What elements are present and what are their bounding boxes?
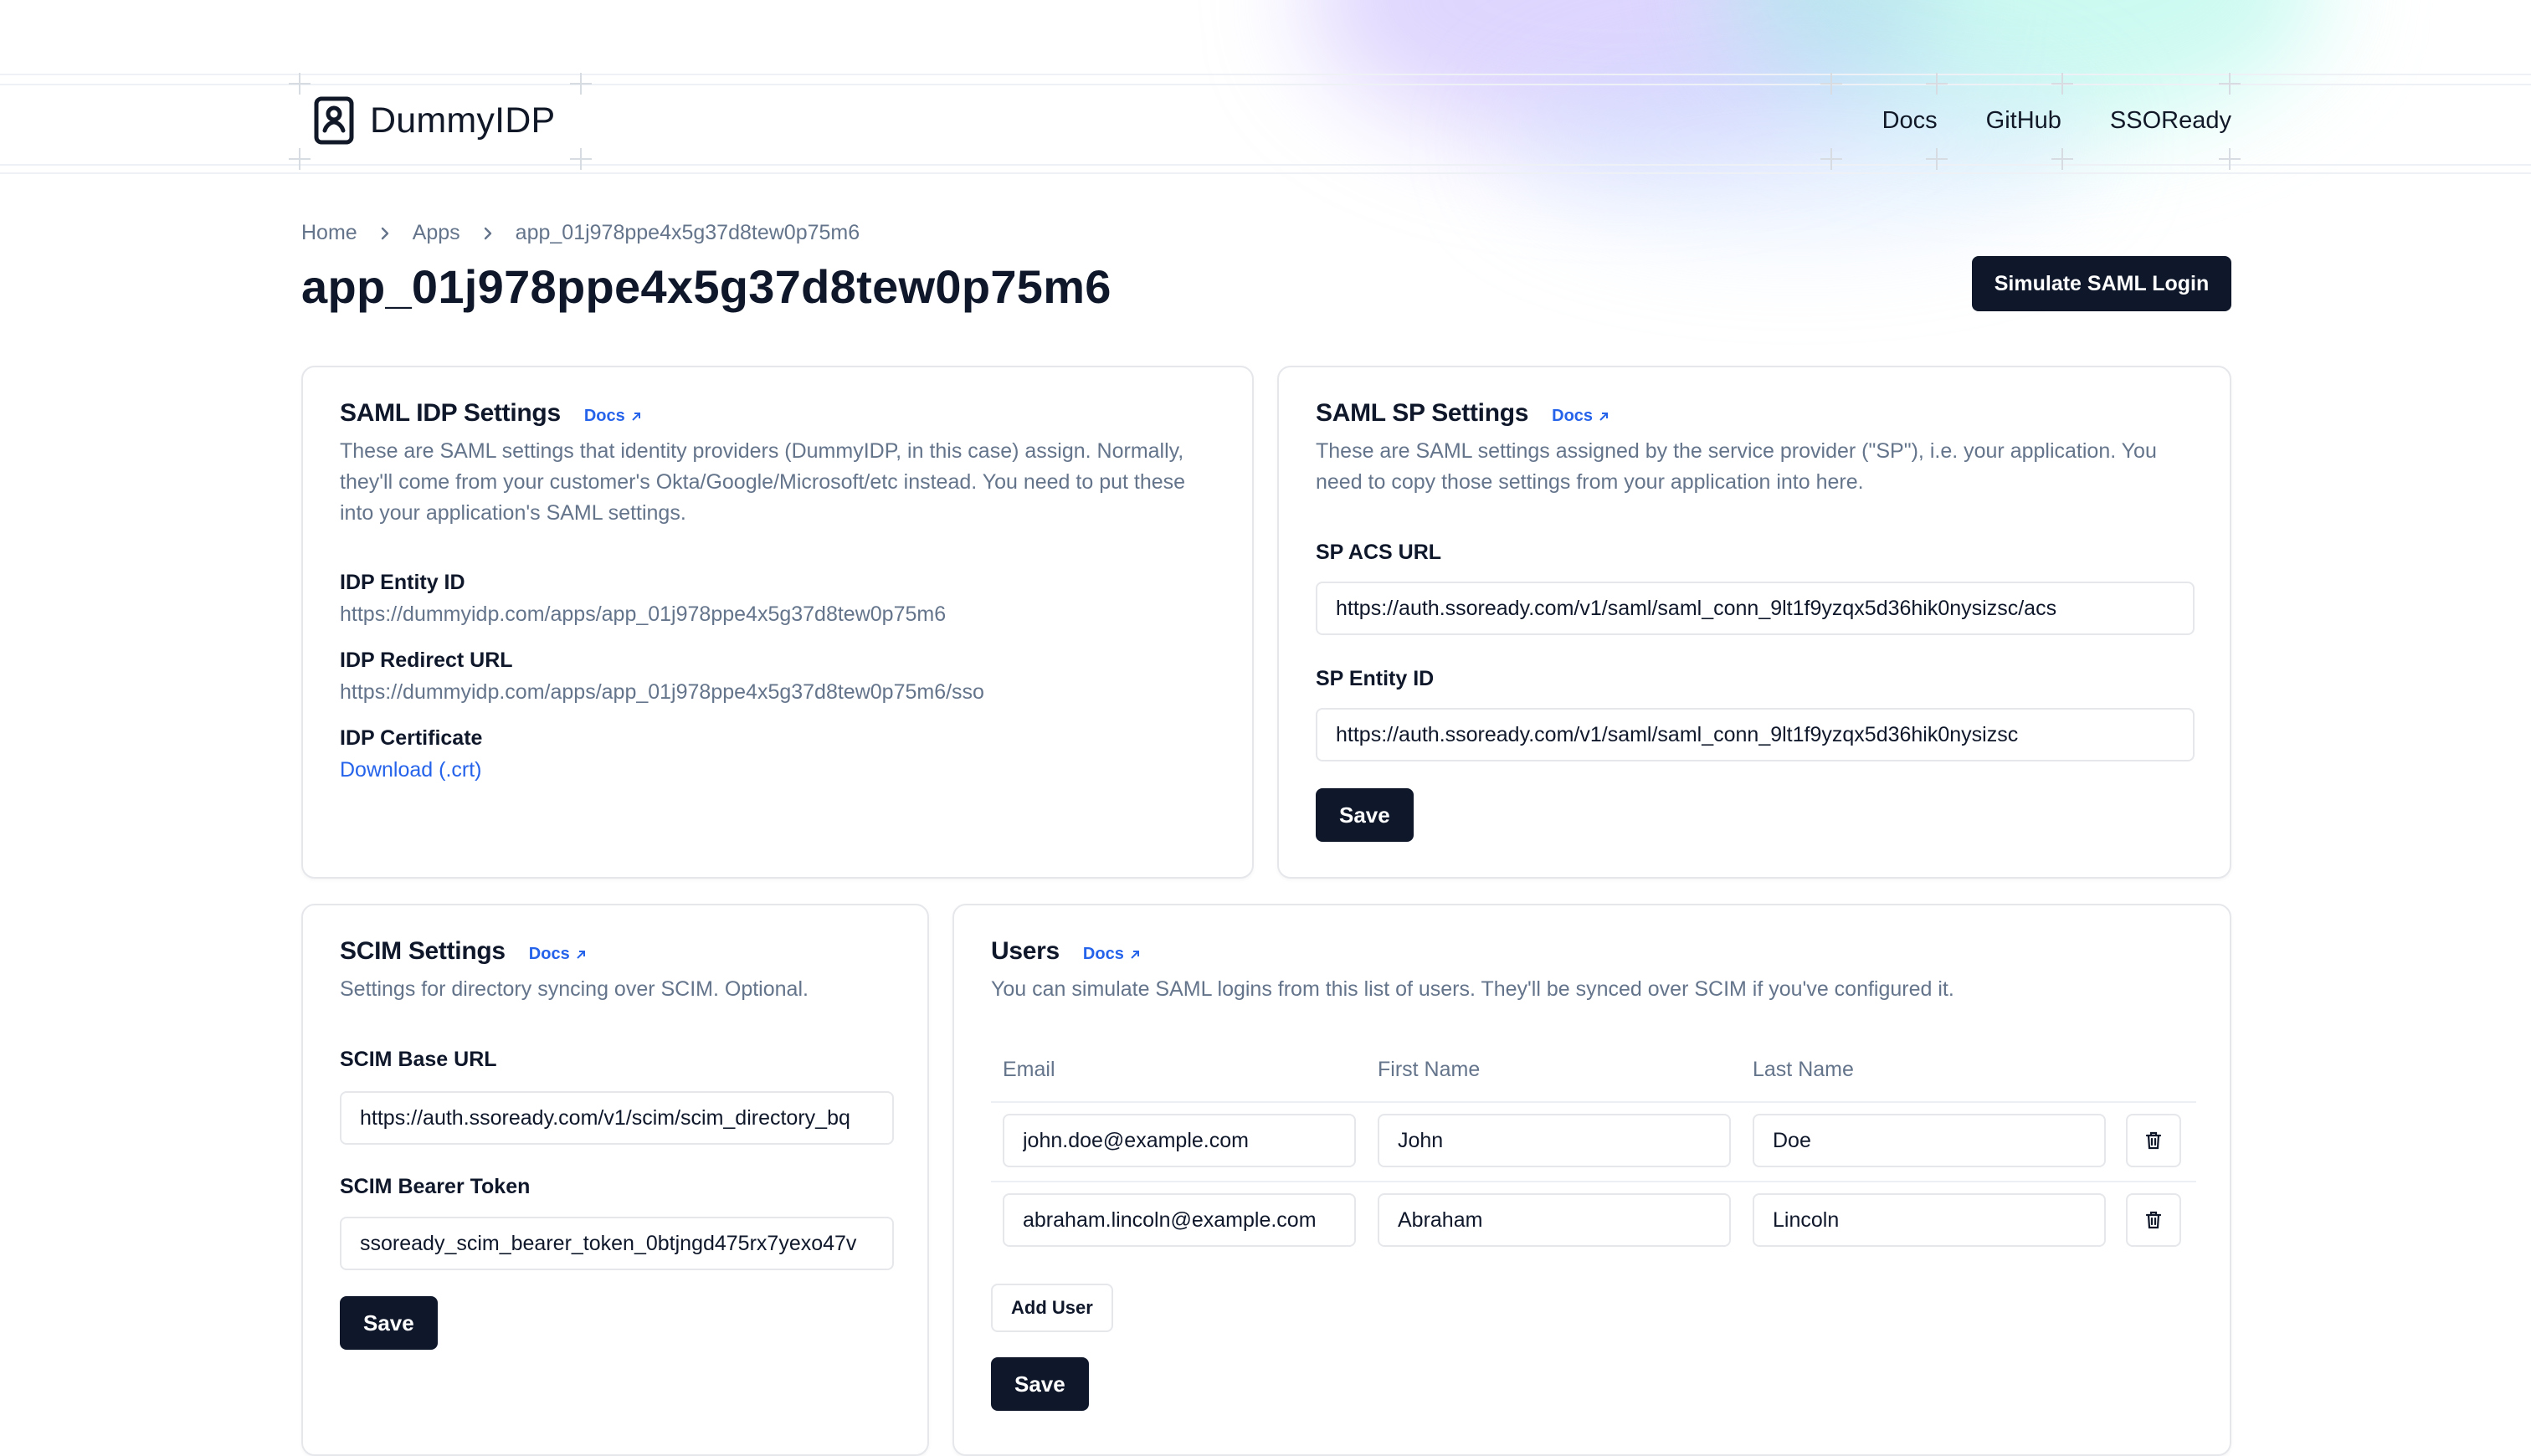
page-title: app_01j978ppe4x5g37d8tew0p75m6 <box>301 260 1111 313</box>
card-header: SAML SP Settings Docs <box>1316 399 1609 428</box>
column-header-email: Email <box>1003 1058 1055 1081</box>
docs-link[interactable]: Docs <box>1083 945 1141 964</box>
scim-save-button[interactable]: Save <box>340 1296 438 1350</box>
user-last-name-input[interactable] <box>1753 1114 2106 1167</box>
external-arrow-icon <box>1599 412 1609 421</box>
trash-icon <box>2145 1211 2162 1229</box>
docs-link[interactable]: Docs <box>529 945 587 964</box>
users-save-button[interactable]: Save <box>991 1357 1089 1411</box>
contact-book-icon <box>314 96 354 145</box>
sp-acs-url-input[interactable] <box>1316 582 2195 635</box>
user-first-name-input[interactable] <box>1378 1193 1731 1247</box>
breadcrumb-apps[interactable]: Apps <box>413 221 460 245</box>
user-email-input[interactable] <box>1003 1193 1356 1247</box>
saml-sp-settings-card: SAML SP Settings Docs These are SAML set… <box>1277 366 2231 879</box>
grid-line-header-bottom <box>0 164 2531 166</box>
docs-link-label: Docs <box>583 407 625 425</box>
card-title: SAML IDP Settings <box>340 399 561 427</box>
docs-link-label: Docs <box>1552 407 1594 425</box>
scim-base-url-input[interactable] <box>340 1091 894 1145</box>
idp-entity-id-label: IDP Entity ID <box>340 571 465 594</box>
top-header: DummyIDP Docs GitHub SSOReady <box>301 84 2231 164</box>
sp-entity-id-label: SP Entity ID <box>1316 667 1435 690</box>
external-arrow-icon <box>576 950 585 959</box>
nav-github[interactable]: GitHub <box>1986 107 2061 135</box>
idp-redirect-url-label: IDP Redirect URL <box>340 649 513 672</box>
user-email-input[interactable] <box>1003 1114 1356 1167</box>
scim-base-url-label: SCIM Base URL <box>340 1048 497 1071</box>
saml-idp-settings-card: SAML IDP Settings Docs These are SAML se… <box>301 366 1254 879</box>
card-description: These are SAML settings that identity pr… <box>340 439 1186 525</box>
card-header: Users Docs <box>991 937 1141 966</box>
docs-link[interactable]: Docs <box>584 407 642 426</box>
nav-ssoready[interactable]: SSOReady <box>2110 107 2231 135</box>
card-description: You can simulate SAML logins from this l… <box>991 977 1954 1001</box>
breadcrumb-home[interactable]: Home <box>301 221 357 245</box>
idp-entity-id-value: https://dummyidp.com/apps/app_01j978ppe4… <box>340 602 947 626</box>
scim-bearer-token-label: SCIM Bearer Token <box>340 1175 531 1198</box>
external-arrow-icon <box>1131 950 1139 959</box>
card-header: SCIM Settings Docs <box>340 937 587 966</box>
card-title: SAML SP Settings <box>1316 399 1529 427</box>
nav-docs[interactable]: Docs <box>1882 107 1938 135</box>
table-divider <box>991 1101 2196 1103</box>
card-header: SAML IDP Settings Docs <box>340 399 642 428</box>
docs-link-label: Docs <box>1082 945 1124 963</box>
delete-user-button[interactable] <box>2126 1114 2181 1167</box>
card-description: These are SAML settings assigned by the … <box>1316 439 2157 494</box>
table-divider <box>991 1181 2196 1182</box>
logo-text: DummyIDP <box>370 100 556 141</box>
breadcrumb-current: app_01j978ppe4x5g37d8tew0p75m6 <box>515 221 860 244</box>
docs-link-label: Docs <box>528 945 570 963</box>
card-description: Settings for directory syncing over SCIM… <box>340 977 809 1001</box>
users-card: Users Docs You can simulate SAML logins … <box>952 904 2231 1456</box>
download-certificate-link[interactable]: Download (.crt) <box>340 758 482 782</box>
sp-save-button[interactable]: Save <box>1316 788 1414 842</box>
docs-link[interactable]: Docs <box>1552 407 1609 426</box>
trash-icon <box>2145 1131 2162 1150</box>
grid-line-bottom <box>0 172 2531 174</box>
chevron-right-icon <box>484 227 491 239</box>
logo[interactable]: DummyIDP <box>313 95 555 146</box>
scim-settings-card: SCIM Settings Docs Settings for director… <box>301 904 929 1456</box>
top-nav: Docs GitHub SSOReady <box>1834 107 2231 135</box>
external-arrow-icon <box>632 412 640 421</box>
card-title: Users <box>991 937 1060 965</box>
sp-entity-id-input[interactable] <box>1316 708 2195 761</box>
grid-line-top <box>0 74 2531 75</box>
column-header-last-name: Last Name <box>1753 1058 1854 1081</box>
user-first-name-input[interactable] <box>1378 1114 1731 1167</box>
simulate-saml-login-button[interactable]: Simulate SAML Login <box>1972 256 2231 311</box>
idp-certificate-label: IDP Certificate <box>340 726 483 750</box>
add-user-button[interactable]: Add User <box>991 1284 1113 1332</box>
card-title: SCIM Settings <box>340 937 506 965</box>
chevron-right-icon <box>381 227 388 239</box>
idp-redirect-url-value: https://dummyidp.com/apps/app_01j978ppe4… <box>340 680 984 704</box>
delete-user-button[interactable] <box>2126 1193 2181 1247</box>
user-last-name-input[interactable] <box>1753 1193 2106 1247</box>
breadcrumb: Home Apps app_01j978ppe4x5g37d8tew0p75m6 <box>301 221 860 245</box>
scim-bearer-token-input[interactable] <box>340 1217 894 1270</box>
column-header-first-name: First Name <box>1378 1058 1481 1081</box>
sp-acs-url-label: SP ACS URL <box>1316 541 1442 564</box>
